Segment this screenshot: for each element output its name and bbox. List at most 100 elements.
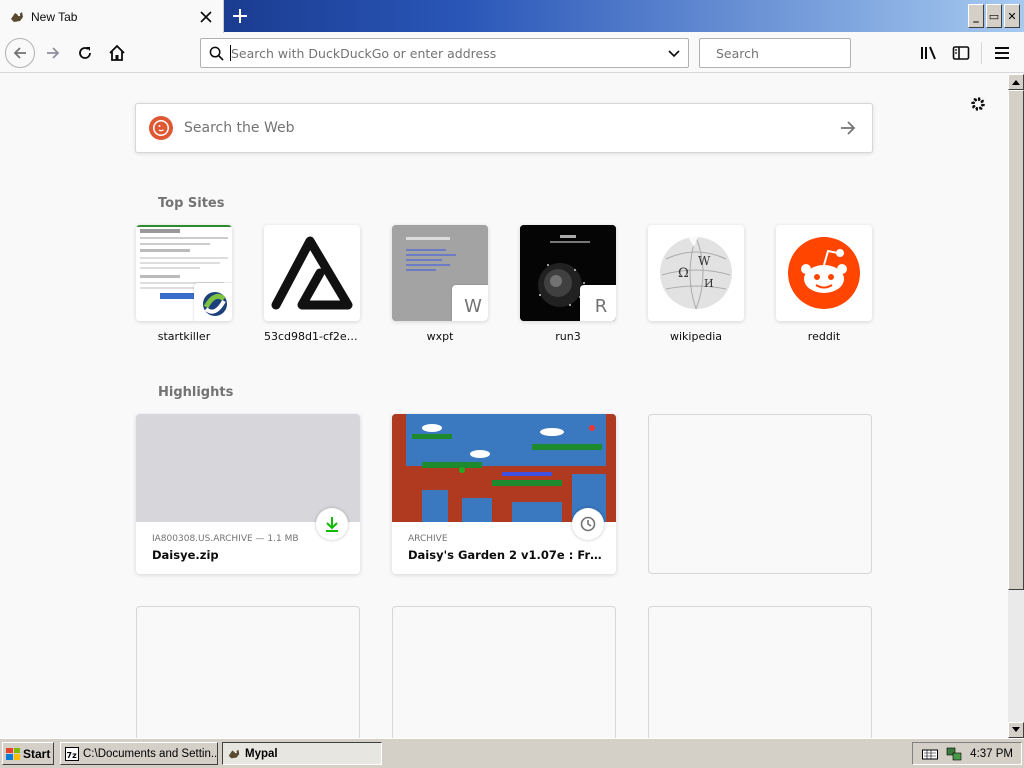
taskbar-item-7zip[interactable]: 7z C:\Documents and Settin... [60,742,218,765]
close-window-icon: ✕ [1007,9,1017,23]
wikipedia-globe-icon: Ω W И [660,236,732,310]
window-controls: _ ▭ ✕ [968,4,1020,28]
menu-button[interactable] [986,37,1018,69]
top-site-label: reddit [807,330,841,343]
history-badge [572,508,604,540]
top-site-label: wikipedia [669,330,722,343]
tab-title: New Tab [31,9,78,24]
start-button[interactable]: Start [2,742,54,765]
taskbar-item-label: C:\Documents and Settin... [83,747,218,760]
back-button[interactable] [5,38,35,68]
minimize-button[interactable]: _ [968,4,984,28]
new-tab-page: Top Sites startkiller [0,74,1008,738]
close-window-button[interactable]: ✕ [1004,4,1020,28]
arrow-right-icon [841,121,856,135]
download-badge [316,508,348,540]
svg-text:7z: 7z [67,751,78,760]
toolbar-separator [981,42,982,64]
highlight-title: Daisye.zip [152,548,219,562]
top-site-wxpt[interactable]: W wxpt [392,225,488,343]
arrow-down-icon [1012,727,1020,732]
back-arrow-icon [13,47,26,59]
search-icon [209,46,224,61]
top-site-label: run3 [555,330,581,343]
url-bar[interactable] [200,38,689,68]
scroll-down-button[interactable] [1008,722,1024,738]
clock-icon [580,516,596,532]
highlight-meta: IA800308.US.ARCHIVE — 1.1 MB [152,534,299,544]
svg-text:Ω: Ω [678,266,689,281]
web-search-box[interactable] [135,103,873,153]
tab-new-tab[interactable]: New Tab [0,0,224,33]
highlights-heading: Highlights [158,385,234,400]
taskbar-item-mypal[interactable]: Mypal [222,742,382,765]
svg-text:И: И [704,277,714,290]
7zip-icon: 7z [65,746,79,761]
triangle-logo-icon [271,236,353,310]
reload-icon [79,47,91,59]
top-site-thumbnail [136,225,232,321]
settings-button[interactable] [968,94,988,114]
scroll-up-button[interactable] [1008,74,1024,90]
toolbar-right [913,37,1018,69]
top-site-run3[interactable]: R run3 [520,225,616,343]
highlight-card-daisye-zip[interactable]: IA800308.US.ARCHIVE — 1.1 MB Daisye.zip [136,414,360,574]
windows-flag-icon [6,747,20,760]
top-site-thumbnail: Ω W И [648,225,744,321]
library-button[interactable] [913,37,945,69]
top-site-startkiller[interactable]: startkiller [136,225,232,343]
top-site-53cd98d1[interactable]: 53cd98d1-cf2e-4... [264,225,360,343]
highlight-placeholder [136,606,360,738]
close-tab-button[interactable] [193,4,219,30]
highlight-title: Daisy's Garden 2 v1.07e : Frank ... [408,548,604,562]
arrow-up-icon [1012,80,1020,85]
new-tab-button[interactable] [226,2,254,30]
top-site-reddit[interactable]: reddit [776,225,872,343]
download-icon [326,517,338,532]
chevron-down-icon [668,50,680,58]
top-site-thumbnail [264,225,360,321]
vertical-scrollbar[interactable] [1008,74,1024,738]
top-site-letter: R [580,285,616,321]
sidebar-button[interactable] [945,37,977,69]
search-bar[interactable] [699,38,872,68]
gear-icon [971,97,985,111]
restore-icon: ▭ [988,9,1000,23]
forward-button[interactable] [37,37,69,69]
home-button[interactable] [101,37,133,69]
highlight-thumbnail [136,414,360,522]
daisys-garden-screenshot-icon [392,414,616,522]
highlight-card-daisys-garden[interactable]: ARCHIVE Daisy's Garden 2 v1.07e : Frank … [392,414,616,574]
keyboard-icon[interactable] [922,747,939,761]
duckduckgo-logo-icon [149,116,173,140]
reload-button[interactable] [69,37,101,69]
web-search-input[interactable] [184,120,828,136]
start-label: Start [23,746,51,761]
svg-text:W: W [698,254,711,268]
network-icon[interactable] [946,747,962,761]
plus-icon [233,9,247,23]
top-site-letter: W [452,285,488,321]
top-site-label: startkiller [157,330,211,343]
scroll-thumb[interactable] [1008,90,1024,590]
windows-taskbar: Start 7z C:\Documents and Settin... Mypa… [0,738,1024,768]
highlight-placeholder [648,414,872,574]
top-site-label: 53cd98d1-cf2e-4... [264,330,360,343]
close-icon [200,10,212,23]
clock[interactable]: 4:37 PM [970,748,1013,760]
top-site-wikipedia[interactable]: Ω W И wikipedia [648,225,744,343]
title-bar: New Tab _ ▭ ✕ [0,0,1024,33]
url-input[interactable] [231,45,660,61]
taskbar-item-label: Mypal [245,747,278,760]
sidebar-icon [952,46,970,60]
restore-button[interactable]: ▭ [986,4,1002,28]
startkiller-logo-icon [194,283,232,321]
library-icon [921,46,936,60]
hamburger-menu-icon [995,47,1009,59]
search-input[interactable] [716,45,872,61]
search-submit-button[interactable] [828,108,868,148]
url-dropdown-button[interactable] [660,39,688,67]
highlight-meta: ARCHIVE [408,534,448,544]
highlight-placeholder [648,606,872,738]
top-site-thumbnail: W [392,225,488,321]
